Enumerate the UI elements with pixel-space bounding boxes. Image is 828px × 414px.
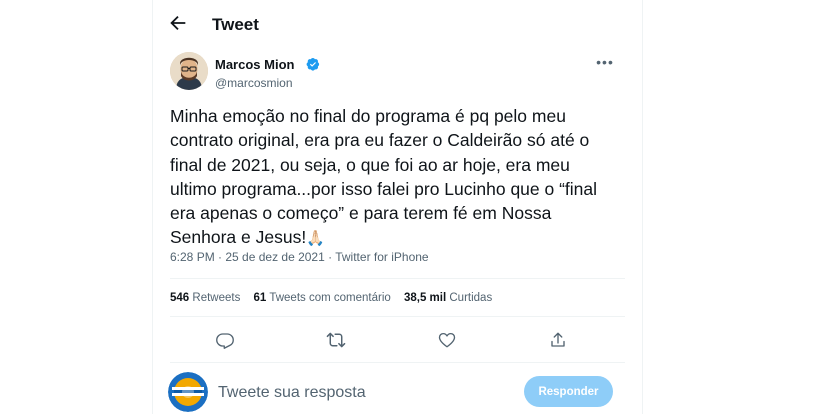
reply-button[interactable]: Responder <box>524 376 613 407</box>
tweet-stats: 546 Retweets 61 Tweets com comentário 38… <box>170 292 502 304</box>
reply-icon[interactable] <box>213 328 237 352</box>
more-options-icon[interactable]: ••• <box>595 54 615 72</box>
reply-avatar <box>168 372 208 412</box>
tweet-column: Tweet Marcos Mion @marcosmion ••• Minha … <box>152 0 643 414</box>
likes-stat[interactable]: 38,5 mil Curtidas <box>404 292 492 304</box>
divider <box>170 278 625 279</box>
quotes-label: Tweets com comentário <box>269 292 391 304</box>
tweet-body: Minha emoção no final do programa é pq p… <box>170 106 598 248</box>
author-handle[interactable]: @marcosmion <box>215 76 293 90</box>
likes-count: 38,5 mil <box>403 292 447 304</box>
likes-label: Curtidas <box>449 292 493 304</box>
retweets-stat[interactable]: 546 Retweets <box>170 292 240 304</box>
arrow-left-icon[interactable] <box>167 12 189 34</box>
folded-hands-emoji: 🙏🏻 <box>306 230 325 248</box>
tweet-timestamp[interactable]: 6:28 PM · 25 de dez de 2021 · Twitter fo… <box>170 250 429 264</box>
page-title: Tweet <box>212 15 259 34</box>
quotes-count: 61 <box>253 292 267 304</box>
retweets-label: Retweets <box>192 292 241 304</box>
quotes-stat[interactable]: 61 Tweets com comentário <box>254 292 391 304</box>
share-icon[interactable] <box>546 328 570 352</box>
tweet-header: Tweet <box>153 0 642 50</box>
like-icon[interactable] <box>435 328 459 352</box>
tweet-actions <box>153 328 642 352</box>
avatar[interactable] <box>170 52 208 90</box>
author-name[interactable]: Marcos Mion <box>215 57 294 72</box>
verified-badge-icon <box>306 57 320 71</box>
retweets-count: 546 <box>170 292 190 304</box>
tweet-text: Minha emoção no final do programa é pq p… <box>170 104 625 252</box>
divider <box>170 362 625 363</box>
retweet-icon[interactable] <box>324 328 348 352</box>
divider <box>170 316 625 317</box>
reply-input[interactable] <box>216 380 510 406</box>
